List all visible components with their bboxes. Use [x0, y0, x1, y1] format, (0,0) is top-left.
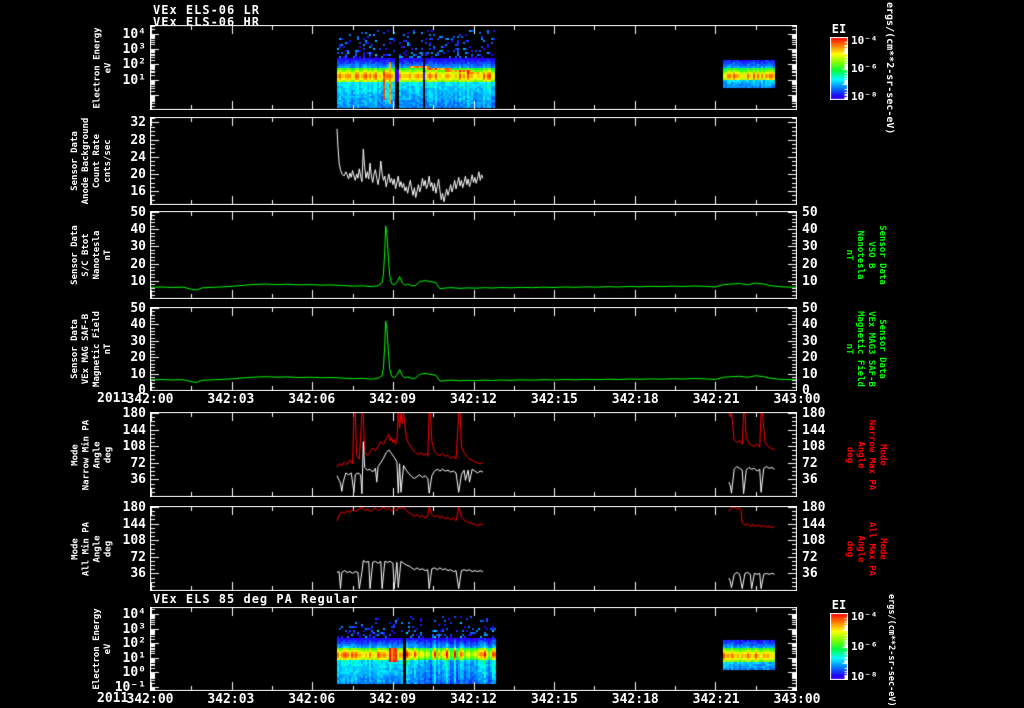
- time-tick-label: 342:15: [530, 692, 578, 707]
- colorbar-tick-label: 10⁻⁶: [851, 61, 878, 75]
- time-tick-label: 342:15: [530, 392, 578, 407]
- ylabel-anode-background-count-rate: Sensor Data Anode Background Count Rate …: [70, 117, 113, 205]
- colorbar-title-top: EI: [831, 22, 847, 36]
- time-tick-label: 343:00: [773, 392, 821, 407]
- ytick-label-right: 10: [802, 273, 818, 289]
- panel-title-els-85: VEx ELS 85 deg PA Regular: [153, 592, 359, 606]
- ytick-label-right: 72: [802, 549, 818, 565]
- time-tick-label: 342:00: [126, 392, 174, 407]
- colorbar-tick-label: 10⁻⁸: [851, 90, 878, 104]
- panel-anode-background-count-rate-canvas: [150, 117, 797, 205]
- colorbar-unit-top: ergs/(cm**2-sr-sec-eV): [884, 2, 895, 135]
- ytick-label-right: 50: [802, 205, 818, 220]
- colorbar-canvas-bottom: [830, 613, 848, 680]
- panel-els-85-pa-spectrogram-canvas: [150, 607, 797, 691]
- ylabel-els-85-pa-spectrogram: Electron Energy eV: [92, 608, 113, 690]
- time-tick-label: 342:21: [692, 392, 740, 407]
- vex-els-plot-page: VEx ELS-06 LR VEx ELS-06 HR VEx ELS 85 d…: [0, 0, 1024, 708]
- ytick-label-right: 144: [802, 516, 826, 532]
- time-tick-label: 343:00: [773, 692, 821, 707]
- ylabel-vex-mag-saf-b: Sensor Data VEx MAG SAF-B Magnetic Field…: [70, 311, 113, 387]
- panel-sc-btot-canvas: [150, 211, 797, 299]
- ylabel-sc-btot: Sensor Data S/C Btot Nanotesla nT: [70, 225, 113, 285]
- colorbar-unit-bottom: ergs/(cm**2-sr-sec-eV): [886, 594, 896, 707]
- ytick-label-right: 50: [802, 301, 818, 316]
- colorbar-tick-label: 10⁻⁶: [851, 639, 878, 653]
- ylabel-els-06-spectrogram: Electron Energy eV: [92, 26, 113, 109]
- colorbar-title-bottom: EI: [831, 598, 847, 612]
- panel-vex-mag-saf-b-canvas: [150, 307, 797, 391]
- panel-mode-narrow-pa-canvas: [150, 412, 797, 497]
- ytick-label-right: 40: [802, 222, 818, 238]
- colorbar-tick-label: 10⁻⁴: [851, 33, 878, 47]
- time-tick-label: 342:12: [450, 392, 497, 407]
- colorbar-tick-label: 10⁻⁴: [851, 610, 878, 624]
- ytick-label-right: 180: [802, 500, 826, 515]
- colorbar-canvas-top: [830, 37, 848, 100]
- ytick-label-right: 72: [802, 455, 818, 471]
- time-tick-label: 342:09: [369, 692, 417, 707]
- time-tick-label: 342:18: [611, 692, 659, 707]
- colorbar-tick-label: 10⁻⁸: [851, 670, 878, 684]
- ylabel-mode-all-pa: Mode All Min PA Angle deg: [70, 521, 113, 576]
- panel-els-06-spectrogram-canvas: [150, 25, 797, 110]
- ytick-label-right: 30: [802, 239, 818, 255]
- ytick-label-right: 108: [802, 533, 826, 549]
- ytick-label-right: 36: [802, 566, 818, 582]
- time-tick-label: 342:21: [692, 692, 740, 707]
- ytick-label-right: 108: [802, 439, 826, 455]
- ytick-label-right: 180: [802, 406, 826, 421]
- time-tick-label: 342:00: [126, 692, 174, 707]
- ytick-label-right: 40: [802, 317, 818, 333]
- time-tick-label: 342:12: [450, 692, 497, 707]
- ylabel-right-vex-mag-saf-b: Sensor Data VEx MAG3 SAF-B Magnetic Fiel…: [844, 311, 887, 387]
- ytick-label-right: 30: [802, 333, 818, 349]
- ytick-label-right: 20: [802, 350, 818, 366]
- ylabel-right-mode-narrow-pa: Mode Narrow Max PA Angle deg: [844, 419, 887, 490]
- ylabel-right-mode-all-pa: Mode All Max PA Angle deg: [844, 521, 887, 576]
- time-tick-label: 342:03: [207, 392, 255, 407]
- time-tick-label: 342:09: [369, 392, 417, 407]
- ylabel-right-sc-btot: Sensor Data VSO B Nanotesla nT: [844, 225, 887, 285]
- ytick-label-right: 20: [802, 256, 818, 272]
- time-tick-label: 342:18: [611, 392, 659, 407]
- time-tick-label: 342:06: [288, 392, 336, 407]
- ylabel-mode-narrow-pa: Mode Narrow Min PA Angle deg: [70, 419, 113, 490]
- time-tick-label: 342:06: [288, 692, 336, 707]
- ytick-label-right: 144: [802, 422, 826, 438]
- ytick-label-right: 10: [802, 366, 818, 382]
- panel-mode-all-pa-canvas: [150, 506, 797, 591]
- time-tick-label: 342:03: [207, 692, 255, 707]
- ytick-label-right: 36: [802, 472, 818, 488]
